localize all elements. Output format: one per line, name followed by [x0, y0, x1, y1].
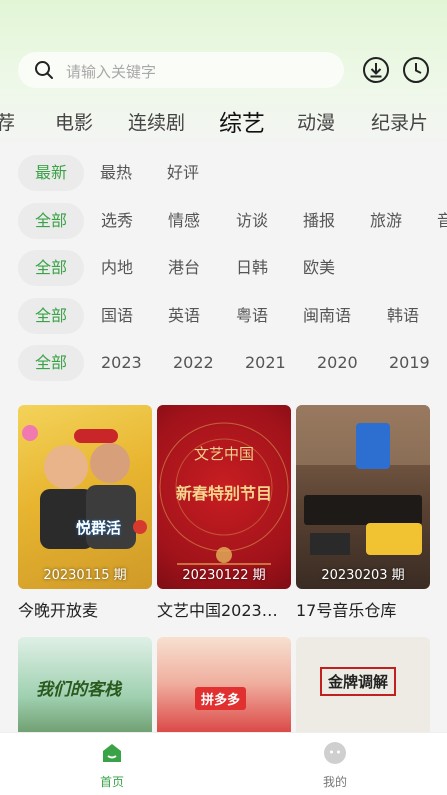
filter-genre-travel[interactable]: 旅游: [370, 203, 402, 239]
filter-genre-music[interactable]: 音: [437, 203, 447, 239]
search-input[interactable]: 请输入关键字: [18, 52, 344, 88]
tab-recommend[interactable]: 荐: [0, 108, 15, 135]
filter-row-sort: 最新 最热 好评: [0, 155, 447, 193]
poster-title: 悦群活: [76, 519, 122, 537]
card-title: 文艺中国2023…: [157, 601, 278, 620]
filter-year-2023[interactable]: 2023: [101, 345, 142, 381]
card-title: 今晚开放麦: [18, 601, 99, 620]
tab-documentary[interactable]: 纪录片: [371, 108, 428, 135]
tab-anime[interactable]: 动漫: [297, 108, 335, 135]
category-tabs: 荐 电影 连续剧 综艺 动漫 纪录片: [0, 104, 447, 140]
poster-illustration: [296, 405, 430, 555]
filter-sort-latest[interactable]: 最新: [18, 155, 84, 191]
filter-sort-hot[interactable]: 最热: [100, 155, 132, 191]
filter-genre-emotion[interactable]: 情感: [168, 203, 200, 239]
filter-year-all[interactable]: 全部: [18, 345, 84, 381]
home-icon: [103, 744, 121, 762]
episode-label: 20230115 期: [43, 568, 127, 583]
filter-genre-all[interactable]: 全部: [18, 203, 84, 239]
poster-title: 我们的客栈: [36, 680, 121, 700]
search-icon: [35, 61, 53, 79]
card-title: 17号音乐仓库: [296, 601, 397, 620]
filter-year-2019[interactable]: 2019: [389, 345, 430, 381]
poster-image: 拼多多: [157, 637, 291, 737]
filter-year-2020[interactable]: 2020: [317, 345, 358, 381]
filter-genre-broadcast[interactable]: 播报: [303, 203, 335, 239]
filter-sort-rated[interactable]: 好评: [167, 155, 199, 191]
episode-label: 20230203 期: [321, 568, 405, 583]
filter-lang-english[interactable]: 英语: [168, 298, 200, 334]
nav-profile[interactable]: 我的: [295, 741, 375, 790]
nav-home[interactable]: 首页: [72, 741, 152, 790]
filter-lang-minnan[interactable]: 闽南语: [303, 298, 351, 334]
filter-year-2022[interactable]: 2022: [173, 345, 214, 381]
filter-year-2021[interactable]: 2021: [245, 345, 286, 381]
filter-genre-interview[interactable]: 访谈: [236, 203, 268, 239]
filter-region-jp-kr[interactable]: 日韩: [236, 250, 268, 286]
filter-lang-mandarin[interactable]: 国语: [101, 298, 133, 334]
poster-title: 新春特别节目: [175, 484, 272, 503]
poster-image: 文艺中国 新春特别节目 20230122 期: [157, 405, 291, 589]
filter-lang-korean[interactable]: 韩语: [387, 298, 419, 334]
poster-title: 拼多多: [195, 687, 247, 710]
poster-image: 20230203 期: [296, 405, 430, 589]
tab-variety[interactable]: 综艺: [219, 104, 265, 138]
search-row: 请输入关键字: [18, 52, 438, 90]
filter-region-hk-tw[interactable]: 港台: [168, 250, 200, 286]
nav-profile-label: 我的: [322, 775, 347, 789]
download-icon[interactable]: [362, 56, 390, 84]
poster-illustration: [22, 425, 147, 549]
filter-lang-cantonese[interactable]: 粤语: [236, 298, 268, 334]
filter-row-region: 全部 内地 港台 日韩 欧美: [0, 250, 447, 288]
episode-label: 20230122 期: [182, 568, 266, 583]
poster-image: 悦群活 20230115 期: [18, 405, 152, 589]
poster-title: 金牌调解: [320, 667, 397, 696]
filter-row-genre: 全部 选秀 情感 访谈 播报 旅游 音: [0, 203, 447, 241]
filter-region-all[interactable]: 全部: [18, 250, 84, 286]
bottom-navigation: 首页 我的: [0, 732, 447, 795]
nav-home-label: 首页: [99, 775, 124, 789]
search-placeholder: 请输入关键字: [66, 63, 157, 81]
filter-row-language: 全部 国语 英语 粤语 闽南语 韩语: [0, 298, 447, 336]
filter-region-west[interactable]: 欧美: [303, 250, 335, 286]
poster-logo: 文艺中国: [193, 445, 254, 463]
history-icon[interactable]: [402, 56, 430, 84]
filter-row-year: 全部 2023 2022 2021 2020 2019: [0, 345, 447, 383]
profile-icon: [324, 742, 346, 764]
filter-region-mainland[interactable]: 内地: [101, 250, 133, 286]
poster-image: 我们的客栈: [18, 637, 152, 737]
poster-image: 金牌调解: [296, 637, 430, 737]
filter-genre-talent[interactable]: 选秀: [101, 203, 133, 239]
filter-lang-all[interactable]: 全部: [18, 298, 84, 334]
tab-series[interactable]: 连续剧: [128, 108, 185, 135]
tab-movie[interactable]: 电影: [55, 108, 93, 135]
